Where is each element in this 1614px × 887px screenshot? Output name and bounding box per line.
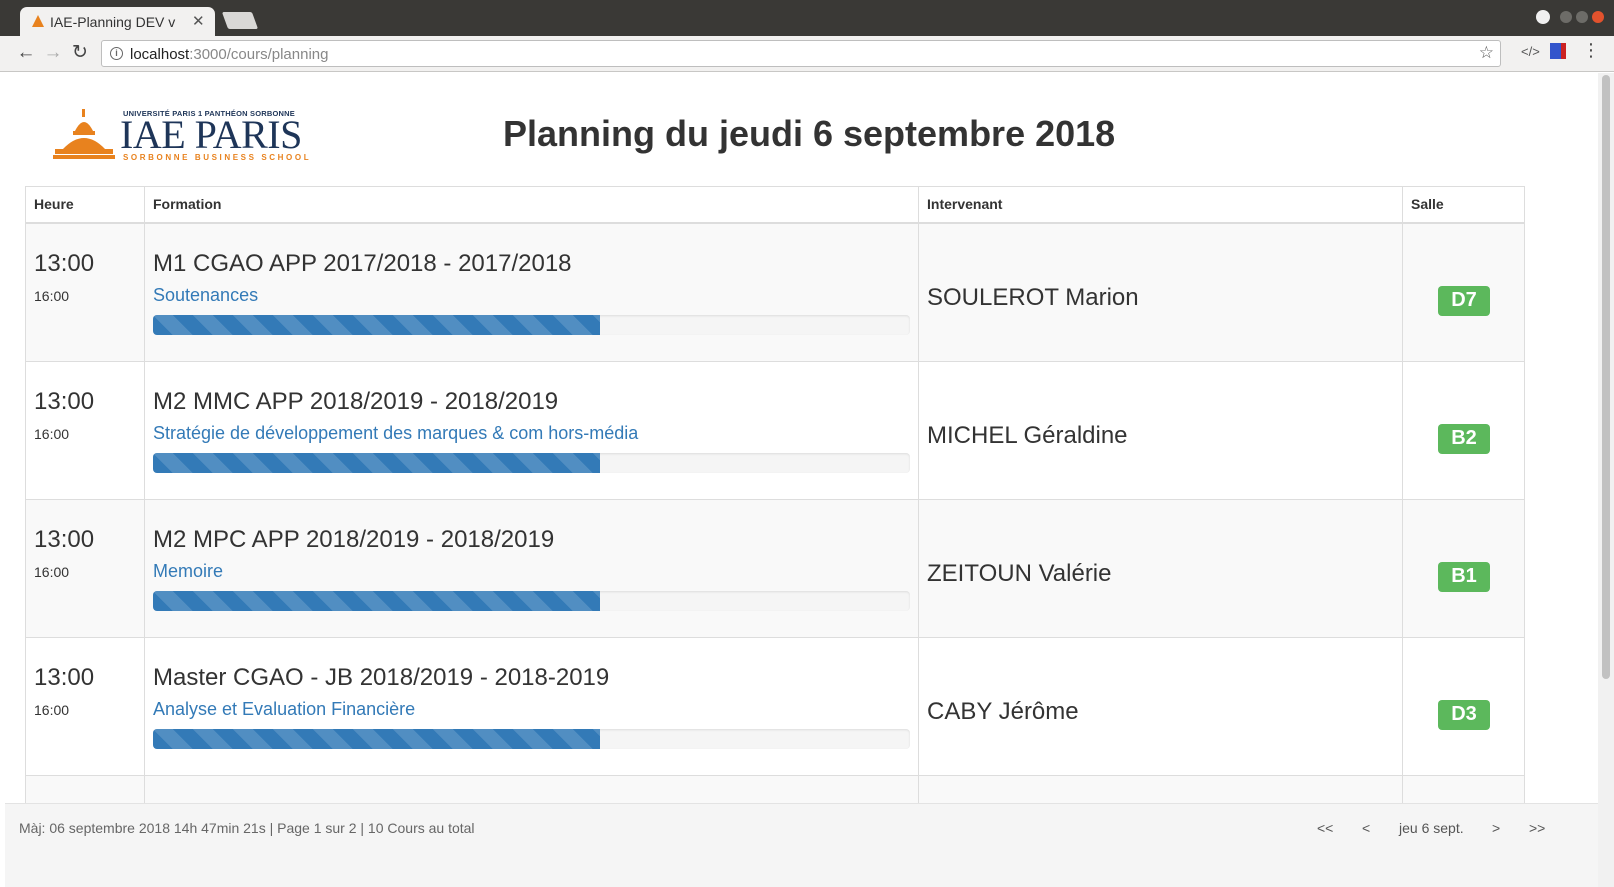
page-viewport: UNIVERSITÉ PARIS 1 PANTHÉON SORBONNE IAE… xyxy=(5,73,1598,887)
progress-bar xyxy=(153,729,910,749)
header-intervenant: Intervenant xyxy=(919,187,1403,222)
time-cell: 13:00 16:00 xyxy=(26,224,145,361)
room-badge: B2 xyxy=(1438,424,1490,454)
intervenant-name: SOULEROT Marion xyxy=(927,284,1139,311)
formation-cell: M1 CGAO APP 2017/2018 - 2017/2018 Souten… xyxy=(145,224,919,361)
page-title: Planning du jeudi 6 septembre 2018 xyxy=(503,113,1116,154)
tab-title: IAE-Planning DEV v xyxy=(50,14,176,30)
time-cell: 13:00 16:00 xyxy=(26,500,145,637)
maximize-icon[interactable] xyxy=(1576,11,1588,23)
table-row: 13:00 16:00 M2 MMC APP 2018/2019 - 2018/… xyxy=(26,362,1524,500)
browser-tab-bar: IAE-Planning DEV v ✕ xyxy=(0,0,1614,36)
start-time: 13:00 xyxy=(34,250,95,277)
logo-subtitle-text: SORBONNE BUSINESS SCHOOL xyxy=(123,153,312,162)
formation-title: M2 MMC APP 2018/2019 - 2018/2019 xyxy=(153,388,559,415)
page-footer: Màj: 06 septembre 2018 14h 47min 21s | P… xyxy=(5,803,1598,887)
formation-cell: M2 MMC APP 2018/2019 - 2018/2019 Stratég… xyxy=(145,362,919,499)
header-heure: Heure xyxy=(26,187,145,222)
close-tab-icon[interactable]: ✕ xyxy=(192,12,205,30)
salle-cell: D3 xyxy=(1403,638,1526,775)
intervenant-cell: SOULEROT Marion xyxy=(919,224,1403,361)
table-row: 13:00 16:00 M1 CGAO APP 2017/2018 - 2017… xyxy=(26,224,1524,362)
start-time: 13:00 xyxy=(34,526,95,553)
table-header: Heure Formation Intervenant Salle xyxy=(26,187,1524,224)
intervenant-name: MICHEL Géraldine xyxy=(927,422,1128,449)
vertical-scrollbar[interactable] xyxy=(1598,73,1614,887)
intervenant-cell: ZEITOUN Valérie xyxy=(919,500,1403,637)
room-badge: D3 xyxy=(1438,700,1490,730)
progress-bar xyxy=(153,315,910,335)
url-text: localhost:3000/cours/planning xyxy=(130,46,329,63)
next-page-link[interactable]: > xyxy=(1492,820,1500,836)
current-date: jeu 6 sept. xyxy=(1399,820,1464,836)
intervenant-name: CABY Jérôme xyxy=(927,698,1079,725)
progress-bar xyxy=(153,591,910,611)
course-link[interactable]: Memoire xyxy=(153,561,223,582)
first-page-link[interactable]: << xyxy=(1317,820,1333,836)
start-time: 13:00 xyxy=(34,664,95,691)
prev-page-link[interactable]: < xyxy=(1362,820,1370,836)
footer-status: Màj: 06 septembre 2018 14h 47min 21s | P… xyxy=(19,820,475,836)
intervenant-cell: MICHEL Géraldine xyxy=(919,362,1403,499)
progress-fill xyxy=(153,591,600,611)
intervenant-name: ZEITOUN Valérie xyxy=(927,560,1112,587)
reload-icon[interactable]: ↻ xyxy=(68,41,92,65)
close-window-icon[interactable] xyxy=(1592,11,1604,23)
salle-cell: B1 xyxy=(1403,500,1526,637)
favicon-icon xyxy=(32,15,44,27)
time-cell: 13:00 16:00 xyxy=(26,638,145,775)
progress-bar xyxy=(153,453,910,473)
formation-title: M2 MPC APP 2018/2019 - 2018/2019 xyxy=(153,526,555,553)
salle-cell: D7 xyxy=(1403,224,1526,361)
salle-cell: B2 xyxy=(1403,362,1526,499)
code-extension-icon[interactable]: </> xyxy=(1521,44,1540,59)
table-row: 13:00 16:00 Master CGAO - JB 2018/2019 -… xyxy=(26,638,1524,776)
formation-title: M1 CGAO APP 2017/2018 - 2017/2018 xyxy=(153,250,572,277)
course-link[interactable]: Stratégie de développement des marques &… xyxy=(153,423,638,444)
flag-extension-icon[interactable] xyxy=(1550,43,1566,59)
info-icon[interactable]: i xyxy=(110,47,123,60)
new-tab-button[interactable] xyxy=(221,12,259,29)
back-arrow-icon[interactable]: ← xyxy=(14,41,38,65)
course-link[interactable]: Soutenances xyxy=(153,285,258,306)
minimize-icon[interactable] xyxy=(1560,11,1572,23)
browser-tab[interactable]: IAE-Planning DEV v ✕ xyxy=(20,7,215,36)
intervenant-cell: CABY Jérôme xyxy=(919,638,1403,775)
window-controls xyxy=(1536,10,1604,24)
room-badge: B1 xyxy=(1438,562,1490,592)
browser-toolbar: ← → ↻ i localhost:3000/cours/planning ☆ … xyxy=(0,36,1614,72)
planning-table: Heure Formation Intervenant Salle 13:00 … xyxy=(25,186,1525,887)
table-row: 13:00 16:00 M2 MPC APP 2018/2019 - 2018/… xyxy=(26,500,1524,638)
end-time: 16:00 xyxy=(34,426,70,442)
address-bar[interactable]: i localhost:3000/cours/planning ☆ xyxy=(101,40,1501,67)
forward-arrow-icon[interactable]: → xyxy=(41,41,65,65)
end-time: 16:00 xyxy=(34,288,70,304)
room-badge: D7 xyxy=(1438,286,1490,316)
formation-title: Master CGAO - JB 2018/2019 - 2018-2019 xyxy=(153,664,610,691)
iae-paris-logo: UNIVERSITÉ PARIS 1 PANTHÉON SORBONNE IAE… xyxy=(53,109,313,165)
end-time: 16:00 xyxy=(34,702,70,718)
progress-fill xyxy=(153,729,600,749)
formation-cell: Master CGAO - JB 2018/2019 - 2018-2019 A… xyxy=(145,638,919,775)
end-time: 16:00 xyxy=(34,564,70,580)
header-salle: Salle xyxy=(1411,196,1444,212)
header-formation: Formation xyxy=(145,187,919,222)
progress-fill xyxy=(153,453,600,473)
course-link[interactable]: Analyse et Evaluation Financière xyxy=(153,699,415,720)
profile-icon[interactable] xyxy=(1536,10,1550,24)
start-time: 13:00 xyxy=(34,388,95,415)
last-page-link[interactable]: >> xyxy=(1529,820,1545,836)
time-cell: 13:00 16:00 xyxy=(26,362,145,499)
logo-main-text: IAE PARIS xyxy=(120,112,302,157)
progress-fill xyxy=(153,315,600,335)
scrollbar-thumb[interactable] xyxy=(1602,75,1610,679)
dome-icon xyxy=(53,109,115,159)
formation-cell: M2 MPC APP 2018/2019 - 2018/2019 Memoire xyxy=(145,500,919,637)
menu-icon[interactable]: ⋮ xyxy=(1582,40,1600,61)
bookmark-star-icon[interactable]: ☆ xyxy=(1479,43,1494,63)
